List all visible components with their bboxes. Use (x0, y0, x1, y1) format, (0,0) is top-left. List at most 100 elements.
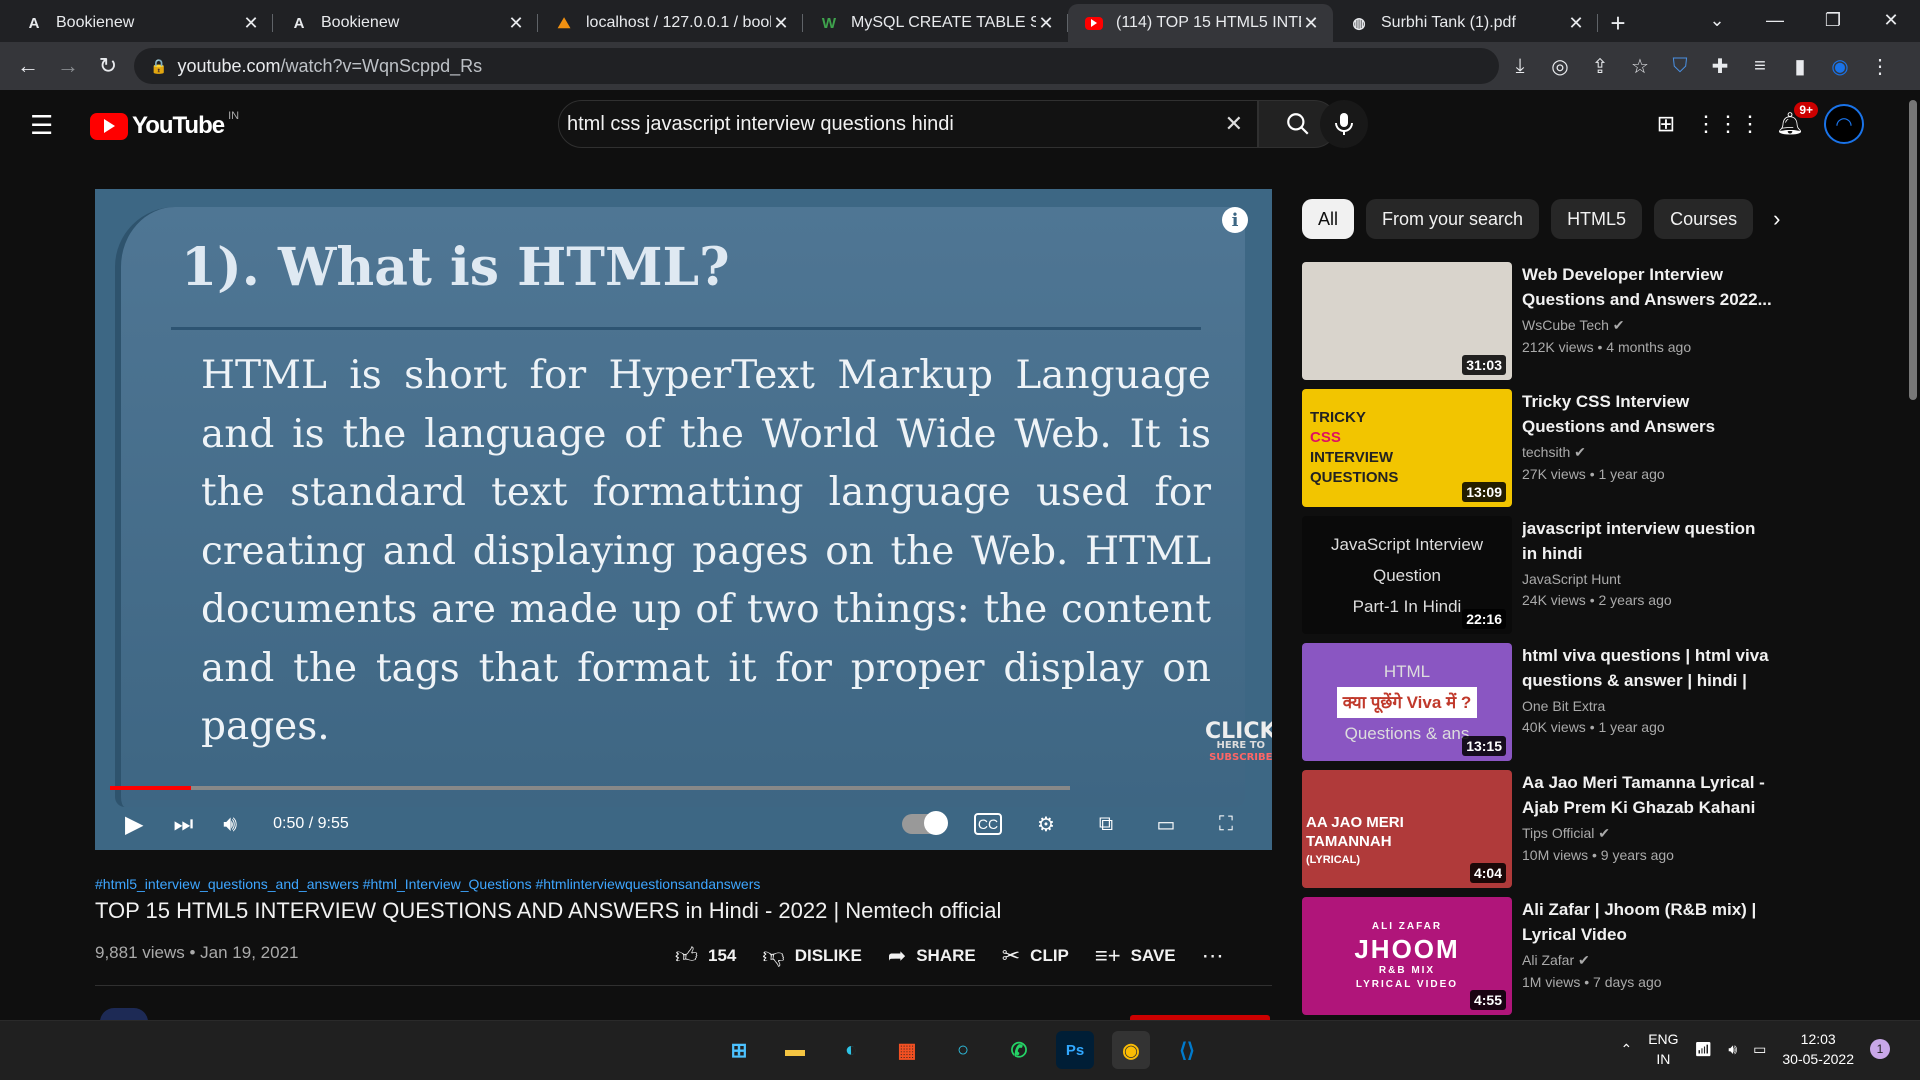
subscribe-watermark[interactable]: CLICK HERE TO SUBSCRIBE (1205, 721, 1272, 764)
filter-chip[interactable]: Courses (1654, 199, 1754, 239)
windows-start-icon[interactable]: ⊞ (720, 1031, 758, 1069)
close-tab-icon[interactable]: ✕ (241, 13, 261, 34)
language-indicator[interactable]: ENG IN (1648, 1029, 1678, 1069)
video-thumbnail[interactable]: TRICKY CSS INTERVIEW QUESTIONS 13:09 (1302, 389, 1512, 507)
save-button[interactable]: ≡+ SAVE (1095, 943, 1176, 969)
related-video-title[interactable]: Ali Zafar | Jhoom (R&B mix) | Lyrical Vi… (1522, 897, 1772, 947)
side-panel-icon[interactable]: ▮ (1780, 54, 1820, 79)
info-icon[interactable]: i (1222, 207, 1248, 233)
account-avatar[interactable]: ◠ (1824, 104, 1864, 144)
show-hidden-icons[interactable]: ⌃ (1620, 1041, 1632, 1058)
video-thumbnail[interactable]: JavaScript Interview Question Part-1 In Hi… (1302, 516, 1512, 634)
restore-button[interactable]: ❐ (1804, 0, 1862, 40)
media-control-icon[interactable]: ≡ (1740, 55, 1780, 78)
filter-chip[interactable]: HTML5 (1551, 199, 1643, 239)
voice-search-button[interactable] (1320, 100, 1368, 148)
edge-browser-icon[interactable]: ◐ (832, 1031, 870, 1069)
play-icon[interactable]: ▶ (125, 810, 143, 839)
wifi-icon[interactable]: 📶︎ (1695, 1041, 1713, 1058)
speaker-icon[interactable]: 🔊︎ (1728, 1041, 1737, 1058)
related-video-item[interactable]: TRICKY CSS INTERVIEW QUESTIONS 13:09 Tricky C… (1302, 389, 1772, 516)
autoplay-toggle[interactable] (902, 811, 948, 835)
related-video-title[interactable]: Tricky CSS Interview Questions and Answe… (1522, 389, 1772, 439)
eye-off-icon[interactable]: ◎ (1540, 54, 1580, 79)
battery-icon[interactable]: ▭ (1753, 1041, 1766, 1058)
file-explorer-icon[interactable]: ▬ (776, 1031, 814, 1069)
related-video-title[interactable]: Web Developer Interview Questions and An… (1522, 262, 1772, 312)
share-icon[interactable]: ⇪ (1580, 54, 1620, 79)
dislike-button[interactable]: 👎︎ DISLIKE (762, 942, 861, 969)
video-thumbnail[interactable]: HTML क्या पूछेंगे Viva में ? Questions & a… (1302, 643, 1512, 761)
video-hashtags[interactable]: #html5_interview_questions_and_answers #… (95, 876, 760, 892)
browser-tab[interactable]: A Bookienew ✕ (8, 4, 273, 42)
close-tab-icon[interactable]: ✕ (1301, 13, 1321, 34)
miniplayer-icon[interactable]: ⧉ (1090, 813, 1122, 836)
hamburger-menu-icon[interactable]: ☰ (30, 110, 58, 141)
video-thumbnail[interactable]: ALI ZAFAR JHOOM R&B MIX LYRICAL VIDEO 4:55 (1302, 897, 1512, 1015)
related-channel[interactable]: WsCube Tech ✔ (1522, 317, 1772, 334)
video-thumbnail[interactable]: 31:03 (1302, 262, 1512, 380)
address-bar[interactable]: 🔒 youtube.com/watch?v=WqnScppd_Rs (134, 48, 1499, 84)
reload-button[interactable]: ↻ (88, 46, 128, 86)
related-video-item[interactable]: HTML क्या पूछेंगे Viva में ? Questions & a… (1302, 643, 1772, 770)
related-video-item[interactable]: ALI ZAFAR JHOOM R&B MIX LYRICAL VIDEO 4:55 Al… (1302, 897, 1772, 1024)
next-video-icon[interactable]: ⏭ (173, 811, 193, 837)
settings-gear-icon[interactable]: ⚙ (1030, 812, 1062, 837)
page-scrollbar[interactable] (1906, 90, 1920, 1020)
apps-grid-icon[interactable]: ⋮⋮⋮ (1695, 104, 1761, 144)
notification-count-badge[interactable]: 1 (1870, 1039, 1890, 1059)
related-video-title[interactable]: html viva questions | html viva question… (1522, 643, 1772, 693)
scrollbar-thumb[interactable] (1909, 100, 1917, 400)
related-video-item[interactable]: 31:03 Web Developer Interview Questions a… (1302, 262, 1772, 389)
forward-button[interactable]: → (48, 46, 88, 86)
browser-tab[interactable]: ◍ Surbhi Tank (1).pdf ✕ (1333, 4, 1598, 42)
related-video-title[interactable]: Aa Jao Meri Tamanna Lyrical - Ajab Prem … (1522, 770, 1772, 820)
whatsapp-icon[interactable]: ✆ (1000, 1031, 1038, 1069)
progress-bar[interactable] (110, 786, 1070, 790)
minimize-button[interactable]: — (1746, 0, 1804, 40)
create-video-icon[interactable]: ⊞ (1646, 104, 1686, 144)
like-button[interactable]: 👍︎ 154 (675, 942, 736, 969)
related-video-title[interactable]: javascript interview question in hindi (1522, 516, 1772, 566)
photoshop-icon[interactable]: Ps (1056, 1031, 1094, 1069)
microsoft-store-icon[interactable]: ▦ (888, 1031, 926, 1069)
fullscreen-icon[interactable]: ⛶ (1210, 813, 1242, 836)
filter-chip[interactable]: All (1302, 199, 1355, 239)
tab-search-icon[interactable]: ⌄ (1688, 0, 1746, 40)
new-tab-button[interactable]: + (1598, 4, 1638, 42)
share-button[interactable]: ➦ SHARE (888, 943, 976, 969)
theater-mode-icon[interactable]: ▭ (1150, 812, 1182, 837)
chrome-icon[interactable]: ◉ (1112, 1031, 1150, 1069)
filter-chip[interactable]: From your search (1366, 199, 1540, 239)
related-channel[interactable]: techsith ✔ (1522, 444, 1772, 461)
notifications-bell-icon[interactable]: 🔔︎ 9+ (1770, 102, 1818, 144)
search-input[interactable]: html css javascript interview questions … (558, 100, 1258, 148)
related-channel[interactable]: Tips Official ✔ (1522, 825, 1772, 842)
close-tab-icon[interactable]: ✕ (1566, 13, 1586, 34)
close-window-button[interactable]: ✕ (1862, 0, 1920, 40)
related-video-item[interactable]: JavaScript Interview Question Part-1 In Hi… (1302, 516, 1772, 643)
related-channel[interactable]: JavaScript Hunt (1522, 571, 1772, 587)
back-button[interactable]: ← (8, 46, 48, 86)
browser-tab[interactable]: A Bookienew ✕ (273, 4, 538, 42)
related-channel[interactable]: One Bit Extra (1522, 698, 1772, 714)
video-thumbnail[interactable]: AA JAO MERI TAMANNAH (LYRICAL) 4:04 (1302, 770, 1512, 888)
more-actions-button[interactable]: ⋯ (1202, 943, 1224, 969)
extensions-puzzle-icon[interactable]: ✚ (1700, 54, 1740, 79)
bookmark-star-icon[interactable]: ☆ (1620, 54, 1660, 79)
browser-tab[interactable]: W MySQL CREATE TABLE State✕ (803, 4, 1068, 42)
close-tab-icon[interactable]: ✕ (506, 13, 526, 34)
cortana-icon[interactable]: ○ (944, 1031, 982, 1069)
vscode-icon[interactable]: ⟨⟩ (1168, 1031, 1206, 1069)
clock[interactable]: 12:03 30-05-2022 (1782, 1029, 1854, 1069)
browser-tab[interactable]: (114) TOP 15 HTML5 INTER ✕ (1068, 4, 1333, 42)
browser-tab[interactable]: ⛰ localhost / 127.0.0.1 / book ✕ (538, 4, 803, 42)
menu-kebab-icon[interactable]: ⋮ (1860, 54, 1900, 79)
clip-button[interactable]: ✂ CLIP (1002, 943, 1069, 969)
video-player[interactable]: 1). What is HTML? HTML is short for Hype… (95, 189, 1272, 850)
subtitles-icon[interactable]: CC (974, 813, 1002, 835)
related-video-item[interactable]: AA JAO MERI TAMANNAH (LYRICAL) 4:04 Aa Jao M… (1302, 770, 1772, 897)
related-channel[interactable]: Ali Zafar ✔ (1522, 952, 1772, 969)
install-icon[interactable]: ⤓ (1500, 55, 1540, 78)
shield-icon[interactable]: ⛉ (1660, 55, 1700, 78)
